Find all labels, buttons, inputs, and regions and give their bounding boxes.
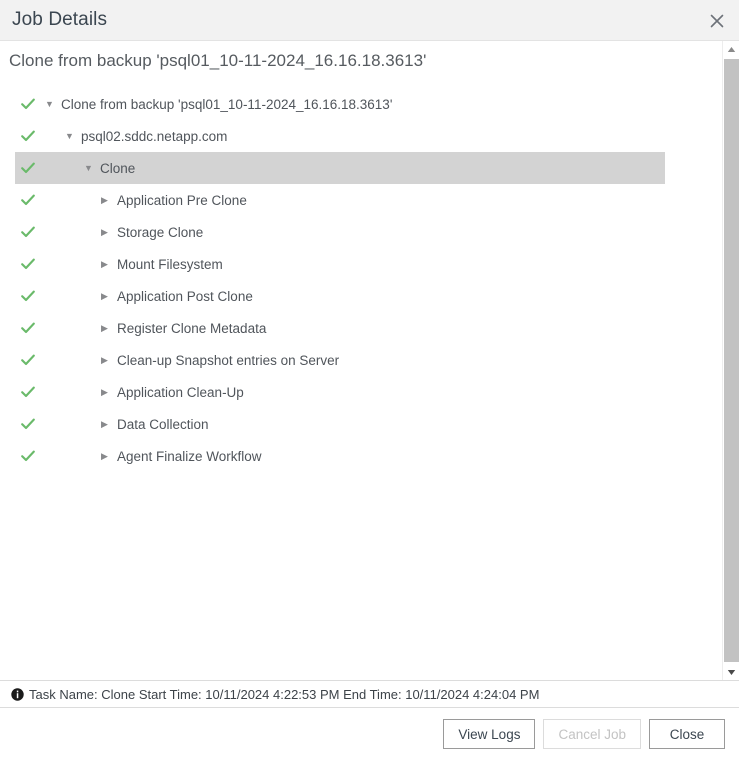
tree-node[interactable]: ▼ Clone from backup 'psql01_10-11-2024_16… xyxy=(45,97,392,112)
tree-node-label: Data Collection xyxy=(117,416,209,432)
job-content: Clone from backup 'psql01_10-11-2024_16.… xyxy=(0,41,722,680)
chevron-right-icon[interactable]: ▶ xyxy=(101,323,114,333)
chevron-right-icon[interactable]: ▶ xyxy=(101,355,114,365)
dialog-titlebar: Job Details xyxy=(0,0,739,41)
tree-node[interactable]: ▶ Application Clean-Up xyxy=(101,385,244,400)
tree-node-label: Application Pre Clone xyxy=(117,192,247,208)
tree-row[interactable]: ▶ Application Post Clone xyxy=(0,280,722,312)
tree-node[interactable]: ▶ Register Clone Metadata xyxy=(101,321,266,336)
success-check-icon xyxy=(21,417,35,431)
success-check-icon xyxy=(21,129,35,143)
success-check-icon xyxy=(21,321,35,335)
tree-node[interactable]: ▶ Storage Clone xyxy=(101,225,203,240)
tree-row[interactable]: ▶ Application Clean-Up xyxy=(0,376,722,408)
tree-row[interactable]: ▶ Data Collection xyxy=(0,408,722,440)
tree-node[interactable]: ▶ Mount Filesystem xyxy=(101,257,223,272)
tree-row[interactable]: ▶ Clean-up Snapshot entries on Server xyxy=(0,344,722,376)
success-check-icon xyxy=(21,193,35,207)
tree-row[interactable]: ▼ Clone from backup 'psql01_10-11-2024_16… xyxy=(0,88,722,120)
tree-node-label: Application Clean-Up xyxy=(117,384,244,400)
tree-row[interactable]: ▶ Agent Finalize Workflow xyxy=(0,440,722,472)
chevron-right-icon[interactable]: ▶ xyxy=(101,259,114,269)
success-check-icon xyxy=(21,353,35,367)
dialog-body: Clone from backup 'psql01_10-11-2024_16.… xyxy=(0,41,739,680)
tree-node[interactable]: ▶ Application Post Clone xyxy=(101,289,253,304)
job-details-dialog: Job Details Clone from backup 'psql01_10… xyxy=(0,0,739,760)
success-check-icon xyxy=(21,161,35,175)
tree-row[interactable]: ▶ Mount Filesystem xyxy=(0,248,722,280)
vertical-scrollbar[interactable] xyxy=(722,41,739,680)
tree-node-label: Clone from backup 'psql01_10-11-2024_16.… xyxy=(61,96,393,112)
chevron-down-icon[interactable] xyxy=(723,664,739,680)
tree-node[interactable]: ▶ Clean-up Snapshot entries on Server xyxy=(101,353,339,368)
tree-node-label: Storage Clone xyxy=(117,224,204,240)
close-icon[interactable] xyxy=(703,7,731,35)
chevron-down-icon[interactable]: ▼ xyxy=(45,99,58,109)
tree-row[interactable]: ▶ Storage Clone xyxy=(0,216,722,248)
tree-node-label: Application Post Clone xyxy=(117,288,253,304)
job-heading: Clone from backup 'psql01_10-11-2024_16.… xyxy=(9,51,427,70)
success-check-icon xyxy=(21,225,35,239)
dialog-footer: View Logs Cancel Job Close xyxy=(0,708,739,760)
chevron-down-icon[interactable]: ▼ xyxy=(65,131,78,141)
tree-node-label: Mount Filesystem xyxy=(117,256,223,272)
tree-node-label: Agent Finalize Workflow xyxy=(117,448,262,464)
success-check-icon xyxy=(21,289,35,303)
success-check-icon xyxy=(21,385,35,399)
scrollbar-thumb[interactable] xyxy=(724,59,739,662)
info-icon xyxy=(11,687,24,701)
chevron-right-icon[interactable]: ▶ xyxy=(101,419,114,429)
chevron-right-icon[interactable]: ▶ xyxy=(101,451,114,461)
success-check-icon xyxy=(21,257,35,271)
chevron-right-icon[interactable]: ▶ xyxy=(101,195,114,205)
view-logs-button[interactable]: View Logs xyxy=(443,719,536,749)
chevron-right-icon[interactable]: ▶ xyxy=(101,227,114,237)
tree-node[interactable]: ▼ psql02.sddc.netapp.com xyxy=(65,129,227,144)
chevron-up-icon[interactable] xyxy=(723,41,739,57)
success-check-icon xyxy=(21,97,35,111)
tree-row[interactable]: ▶ Register Clone Metadata xyxy=(0,312,722,344)
status-bar: Task Name: Clone Start Time: 10/11/2024 … xyxy=(0,680,739,708)
chevron-down-icon[interactable]: ▼ xyxy=(84,163,97,173)
chevron-right-icon[interactable]: ▶ xyxy=(101,291,114,301)
chevron-right-icon[interactable]: ▶ xyxy=(101,387,114,397)
tree-row[interactable]: ▼ Clone xyxy=(0,152,722,184)
tree-node[interactable]: ▶ Agent Finalize Workflow xyxy=(101,449,262,464)
cancel-job-button: Cancel Job xyxy=(543,719,641,749)
tree-node-label: Register Clone Metadata xyxy=(117,320,267,336)
status-text: Task Name: Clone Start Time: 10/11/2024 … xyxy=(29,686,540,702)
tree-row[interactable]: ▼ psql02.sddc.netapp.com xyxy=(0,120,722,152)
tree-node-label: Clone xyxy=(100,160,136,176)
tree-node[interactable]: ▶ Data Collection xyxy=(101,417,209,432)
success-check-icon xyxy=(21,449,35,463)
tree-node[interactable]: ▶ Application Pre Clone xyxy=(101,193,247,208)
tree-node[interactable]: ▼ Clone xyxy=(84,161,135,176)
job-task-tree: ▼ Clone from backup 'psql01_10-11-2024_16… xyxy=(0,88,722,472)
dialog-title: Job Details xyxy=(12,9,108,30)
tree-node-label: Clean-up Snapshot entries on Server xyxy=(117,352,340,368)
tree-node-label: psql02.sddc.netapp.com xyxy=(81,128,228,144)
close-button[interactable]: Close xyxy=(649,719,725,749)
tree-row[interactable]: ▶ Application Pre Clone xyxy=(0,184,722,216)
